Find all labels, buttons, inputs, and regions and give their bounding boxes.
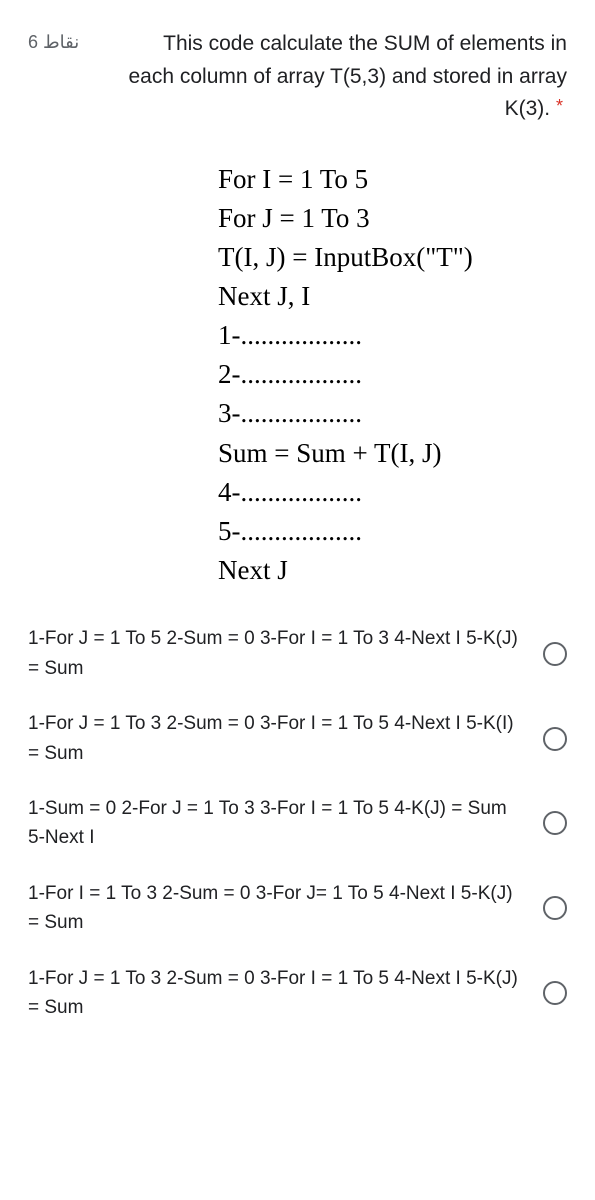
required-asterisk: * [556, 96, 567, 116]
option-item[interactable]: 1-For I = 1 To 3 2-Sum = 0 3-For J= 1 To… [28, 879, 567, 938]
question-body: This code calculate the SUM of elements … [129, 32, 568, 120]
option-item[interactable]: 1-For J = 1 To 3 2-Sum = 0 3-For I = 1 T… [28, 964, 567, 1023]
points-label: 6 نقاط [28, 28, 79, 53]
code-line: Next J [218, 551, 567, 590]
option-item[interactable]: 1-For J = 1 To 3 2-Sum = 0 3-For I = 1 T… [28, 709, 567, 768]
question-container: 6 نقاط This code calculate the SUM of el… [0, 0, 595, 1089]
radio-button[interactable] [543, 811, 567, 835]
code-line: 1-.................. [218, 316, 567, 355]
code-block: For I = 1 To 5 For J = 1 To 3 T(I, J) = … [28, 160, 567, 591]
question-text: This code calculate the SUM of elements … [79, 28, 567, 126]
code-line: Sum = Sum + T(I, J) [218, 434, 567, 473]
radio-button[interactable] [543, 981, 567, 1005]
radio-button[interactable] [543, 727, 567, 751]
code-line: 3-.................. [218, 394, 567, 433]
options-group: 1-For J = 1 To 5 2-Sum = 0 3-For I = 1 T… [28, 624, 567, 1022]
code-line: 4-.................. [218, 473, 567, 512]
option-label: 1-For J = 1 To 5 2-Sum = 0 3-For I = 1 T… [28, 624, 543, 683]
option-item[interactable]: 1-For J = 1 To 5 2-Sum = 0 3-For I = 1 T… [28, 624, 567, 683]
code-line: For J = 1 To 3 [218, 199, 567, 238]
option-label: 1-For I = 1 To 3 2-Sum = 0 3-For J= 1 To… [28, 879, 543, 938]
code-line: 5-.................. [218, 512, 567, 551]
option-label: 1-Sum = 0 2-For J = 1 To 3 3-For I = 1 T… [28, 794, 543, 853]
code-line: T(I, J) = InputBox("T") [218, 238, 567, 277]
question-header: 6 نقاط This code calculate the SUM of el… [28, 28, 567, 126]
option-item[interactable]: 1-Sum = 0 2-For J = 1 To 3 3-For I = 1 T… [28, 794, 567, 853]
code-line: For I = 1 To 5 [218, 160, 567, 199]
radio-button[interactable] [543, 642, 567, 666]
code-line: Next J, I [218, 277, 567, 316]
option-label: 1-For J = 1 To 3 2-Sum = 0 3-For I = 1 T… [28, 709, 543, 768]
code-line: 2-.................. [218, 355, 567, 394]
radio-button[interactable] [543, 896, 567, 920]
option-label: 1-For J = 1 To 3 2-Sum = 0 3-For I = 1 T… [28, 964, 543, 1023]
